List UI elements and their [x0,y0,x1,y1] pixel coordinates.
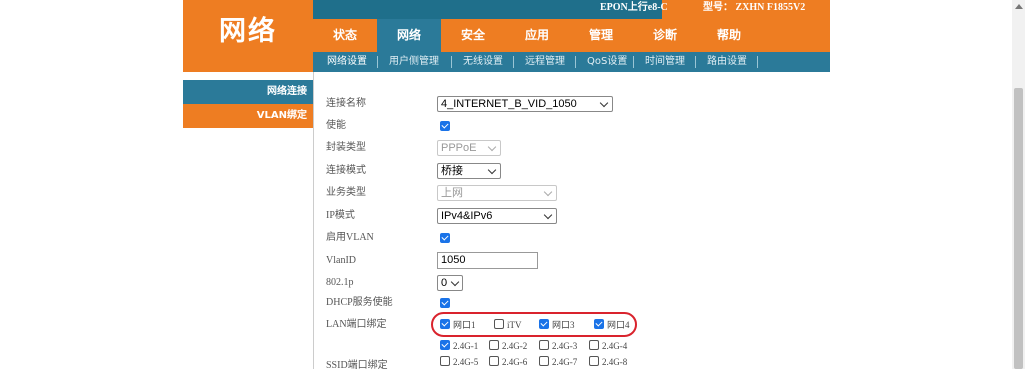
ssid-5-checkbox[interactable] [440,356,450,366]
ssid-8-checkbox[interactable] [589,356,599,366]
service-type-label: 业务类型 [326,187,366,198]
subnav-wireless[interactable]: 无线设置 [463,52,503,72]
ssid-binding-label: SSID端口绑定 [326,360,388,371]
service-type-value: 上网 [441,187,463,199]
enable-vlan-checkbox[interactable] [440,233,450,243]
encap-type-label: 封装类型 [326,142,366,153]
vlan-id-input[interactable]: 1050 [437,252,538,269]
ip-mode-label: IP模式 [326,210,355,221]
lan-binding-label: LAN端口绑定 [326,319,387,330]
connection-mode-value: 桥接 [441,165,463,177]
dhcp-enable-label: DHCP服务使能 [326,297,393,308]
sidebar-empty [183,128,313,369]
tab-help[interactable]: 帮助 [697,19,761,52]
subnav-divider [377,56,378,68]
tab-status[interactable]: 状态 [313,19,377,52]
encap-type-value: PPPoE [441,142,477,154]
subnav-network-settings[interactable]: 网络设置 [327,52,367,72]
chevron-down-icon [543,210,553,220]
chevron-down-icon [487,142,497,152]
model-label: 型号： ZXHN F1855V2 [703,2,806,13]
connection-mode-select[interactable]: 桥接 [437,163,501,179]
chevron-down-icon [543,187,553,197]
connection-name-label: 连接名称 [326,98,366,109]
sidebar-item-vlan-binding[interactable]: VLAN绑定 [183,104,313,128]
ip-mode-value: IPv4&IPv6 [441,210,493,222]
sidebar-spacer [183,72,313,80]
subnav-divider [451,56,452,68]
tab-diagnosis[interactable]: 诊断 [633,19,697,52]
scroll-up-icon[interactable] [1015,4,1023,9]
sidebar-item-network-connection[interactable]: 网络连接 [183,80,313,104]
subnav-divider [513,56,514,68]
ssid-2-checkbox[interactable] [489,340,499,350]
subnav-divider [575,56,576,68]
vlan-id-label: VlanID [326,255,356,266]
dot1p-label: 802.1p [326,277,354,288]
subnav-divider [757,56,758,68]
ssid-5-label: 2.4G-5 [453,357,479,367]
scrollbar-thumb[interactable] [1014,88,1023,369]
ssid-2-label: 2.4G-2 [502,341,528,351]
ssid-3-checkbox[interactable] [539,340,549,350]
connection-name-value: 4_INTERNET_B_VID_1050 [441,98,577,110]
dot1p-value: 0 [441,277,448,289]
ssid-1-label: 2.4G-1 [453,341,479,351]
subnav-routing[interactable]: 路由设置 [707,52,747,72]
subnav-user-side[interactable]: 用户侧管理 [389,52,439,72]
service-type-select[interactable]: 上网 [437,185,557,201]
connection-mode-label: 连接模式 [326,165,366,176]
tab-application[interactable]: 应用 [505,19,569,52]
enable-vlan-label: 启用VLAN [326,232,374,243]
encap-type-select[interactable]: PPPoE [437,140,501,156]
chevron-down-icon [599,98,609,108]
subnav-divider [633,56,634,68]
ip-mode-select[interactable]: IPv4&IPv6 [437,208,557,224]
enable-checkbox[interactable] [440,121,450,131]
epon-label: EPON上行e8-C [600,2,668,13]
ssid-1-checkbox[interactable] [440,340,450,350]
subnav-divider [695,56,696,68]
enable-label: 使能 [326,120,346,131]
subnav-qos[interactable]: QoS设置 [587,52,627,72]
dhcp-enable-checkbox[interactable] [440,298,450,308]
connection-name-select[interactable]: 4_INTERNET_B_VID_1050 [437,96,613,112]
section-title: 网络 [183,0,313,72]
right-margin [830,72,1012,369]
subnav-remote[interactable]: 远程管理 [525,52,565,72]
ssid-7-checkbox[interactable] [539,356,549,366]
tab-security[interactable]: 安全 [441,19,505,52]
annotation-red-oval [431,312,637,337]
ssid-6-label: 2.4G-6 [502,357,528,367]
tab-network[interactable]: 网络 [377,19,441,52]
ssid-4-label: 2.4G-4 [602,341,628,351]
router-admin-page: 网络 EPON上行e8-C 型号： ZXHN F1855V2 状态 网络 安全 … [0,0,1025,371]
chevron-down-icon [487,165,497,175]
ssid-7-label: 2.4G-7 [552,357,578,367]
ssid-8-label: 2.4G-8 [602,357,628,367]
ssid-6-checkbox[interactable] [489,356,499,366]
ssid-4-checkbox[interactable] [589,340,599,350]
ssid-3-label: 2.4G-3 [552,341,578,351]
chevron-down-icon [450,277,460,287]
dot1p-select[interactable]: 0 [437,275,463,291]
tab-management[interactable]: 管理 [569,19,633,52]
subnav-time[interactable]: 时间管理 [645,52,685,72]
